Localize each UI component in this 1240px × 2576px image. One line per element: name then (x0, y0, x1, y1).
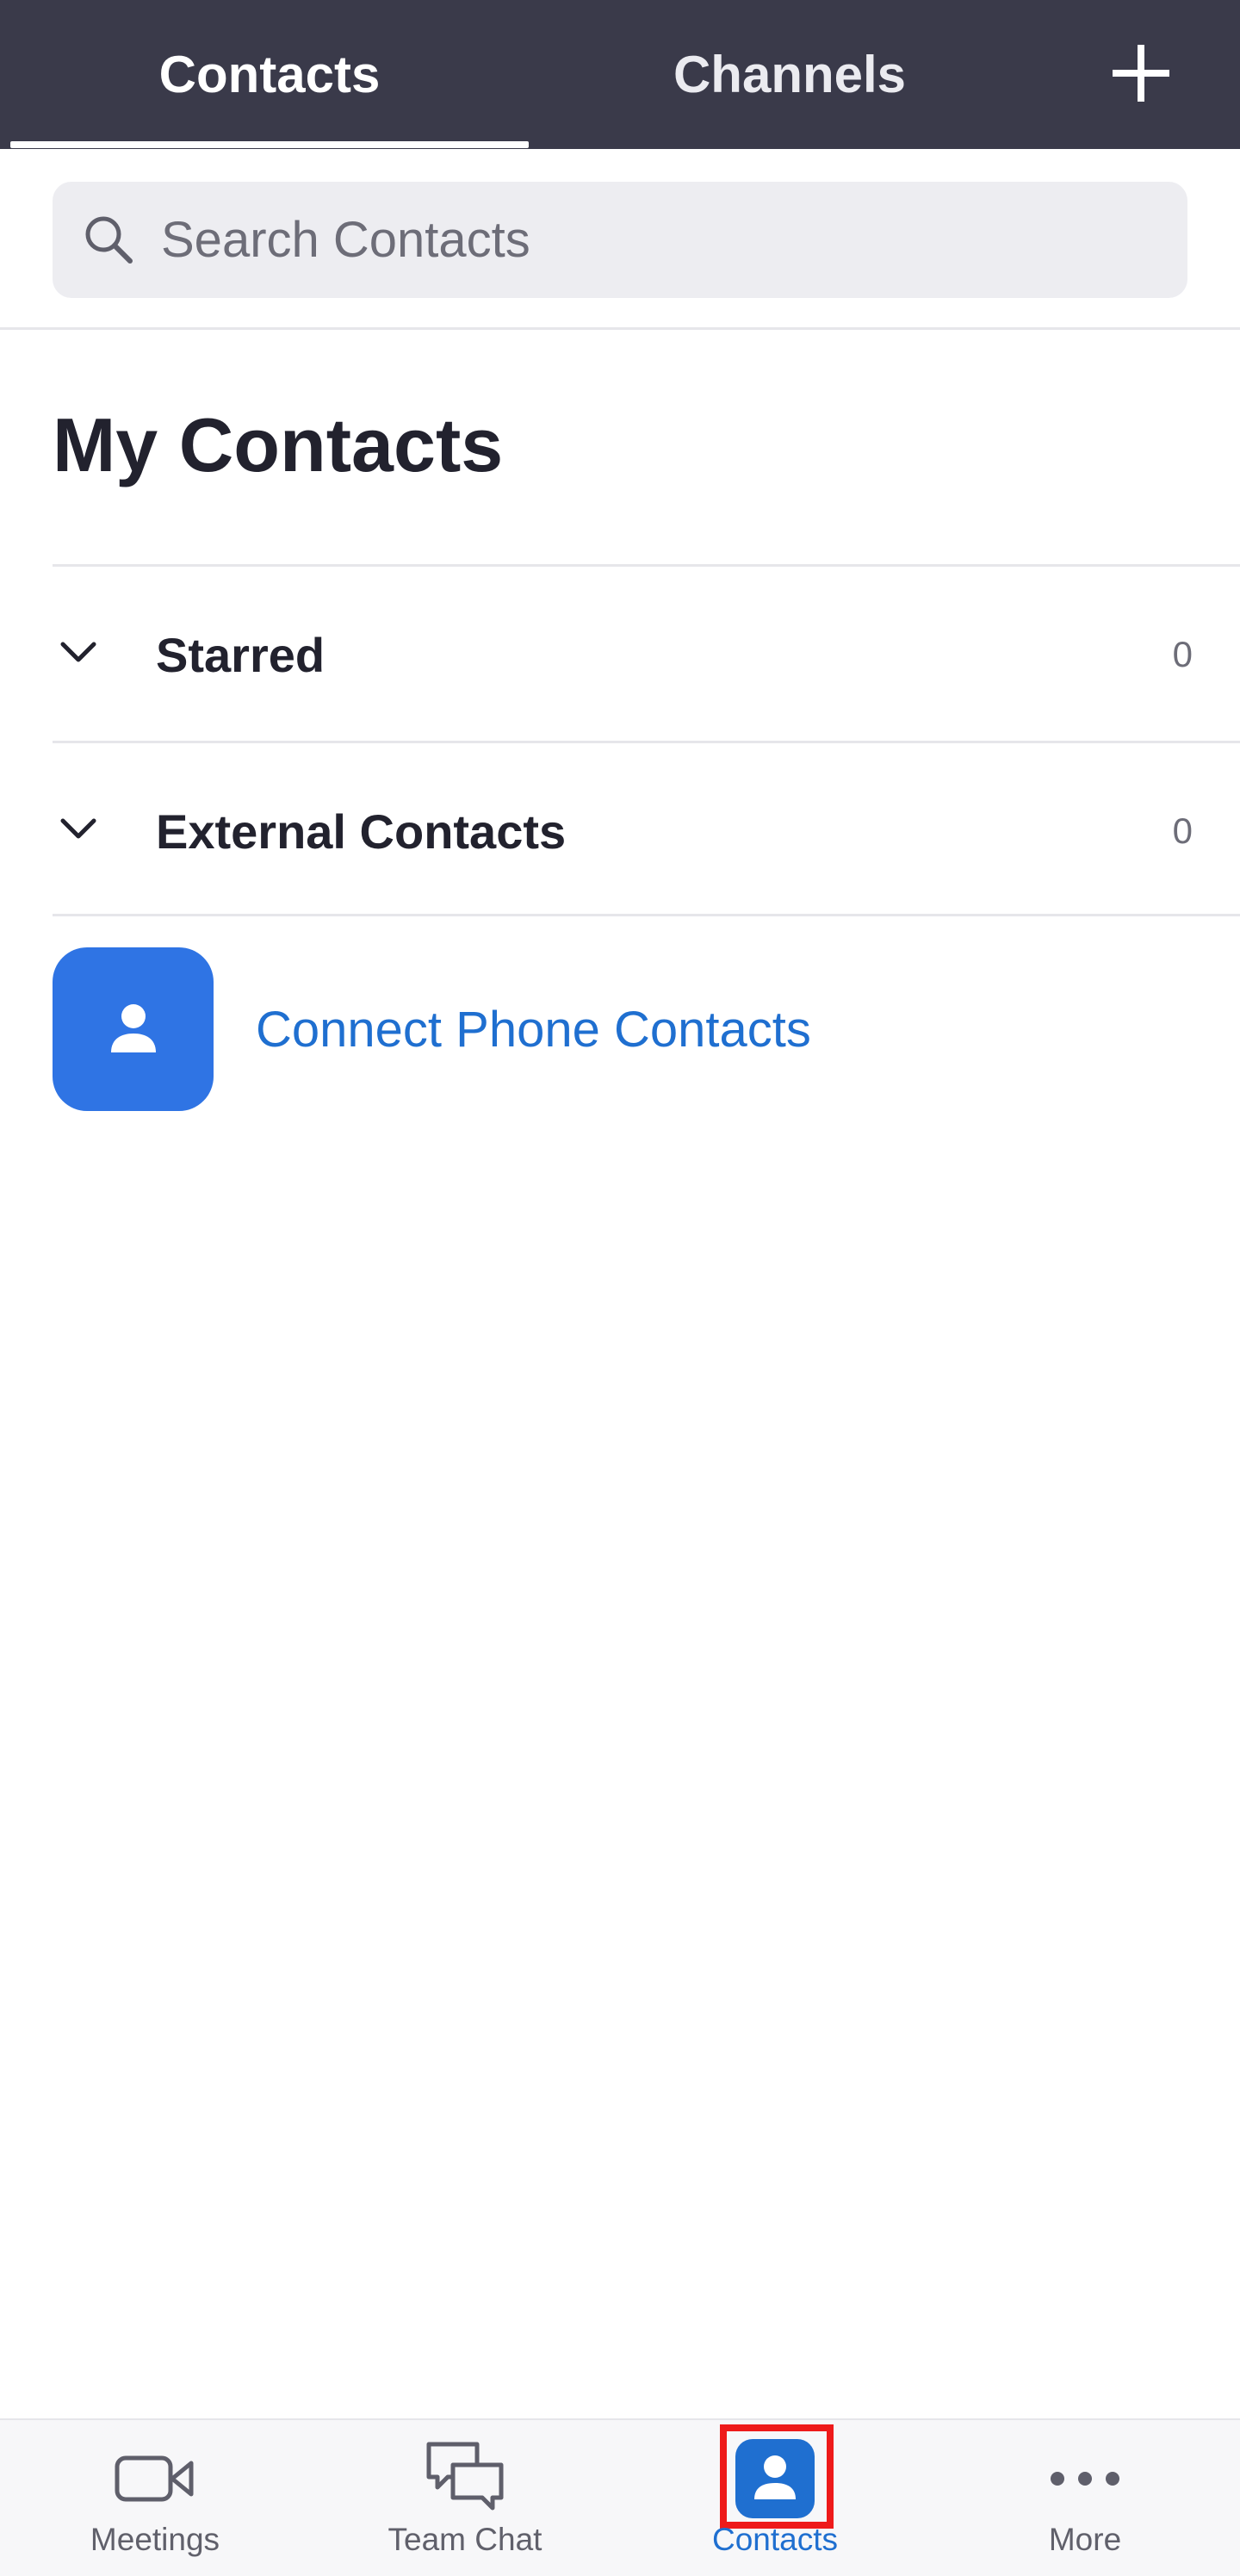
chat-bubbles-icon (426, 2442, 504, 2511)
search-box[interactable] (53, 182, 1187, 298)
tab-contacts[interactable]: Contacts (10, 0, 529, 149)
bottom-nav: Meetings Team Chat Contacts More (0, 2418, 1240, 2576)
group-row-starred[interactable]: Starred 0 (53, 564, 1240, 740)
search-bar-container (0, 149, 1240, 330)
add-button[interactable] (1094, 26, 1188, 121)
video-camera-icon (115, 2455, 194, 2502)
nav-item-team-chat[interactable]: Team Chat (310, 2420, 620, 2576)
top-header: Contacts Channels (0, 0, 1240, 149)
nav-label: Team Chat (388, 2522, 542, 2557)
nav-label: Contacts (711, 2522, 838, 2557)
connect-phone-contacts-link[interactable]: Connect Phone Contacts (256, 947, 811, 1111)
nav-label: More (1048, 2522, 1122, 2557)
group-label: Starred (156, 627, 326, 682)
tab-channels-label: Channels (673, 46, 907, 103)
active-tab-indicator (10, 141, 529, 148)
nav-item-contacts[interactable]: Contacts (620, 2420, 930, 2576)
search-icon (85, 216, 133, 264)
selection-highlight (720, 2424, 834, 2529)
nav-item-more[interactable]: More (930, 2420, 1240, 2576)
group-count: 0 (1172, 634, 1193, 674)
tab-channels[interactable]: Channels (529, 0, 1051, 149)
chevron-down-icon (60, 642, 96, 662)
tab-contacts-label: Contacts (158, 46, 381, 103)
group-row-external-contacts[interactable]: External Contacts 0 (53, 741, 1240, 916)
connect-phone-contacts-row[interactable]: Connect Phone Contacts (53, 947, 1172, 1111)
search-input[interactable] (161, 182, 1160, 298)
more-dots-icon (1051, 2472, 1119, 2486)
plus-icon (1113, 45, 1169, 102)
page-title: My Contacts (53, 402, 504, 487)
connect-contacts-tile (53, 947, 214, 1111)
chevron-down-icon (60, 818, 96, 839)
group-label: External Contacts (156, 804, 567, 859)
app-root: Contacts Channels My Contacts Starre (0, 0, 1240, 2576)
nav-item-meetings[interactable]: Meetings (0, 2420, 310, 2576)
person-icon (110, 1004, 156, 1052)
group-count: 0 (1172, 810, 1193, 851)
nav-label: Meetings (90, 2522, 220, 2557)
